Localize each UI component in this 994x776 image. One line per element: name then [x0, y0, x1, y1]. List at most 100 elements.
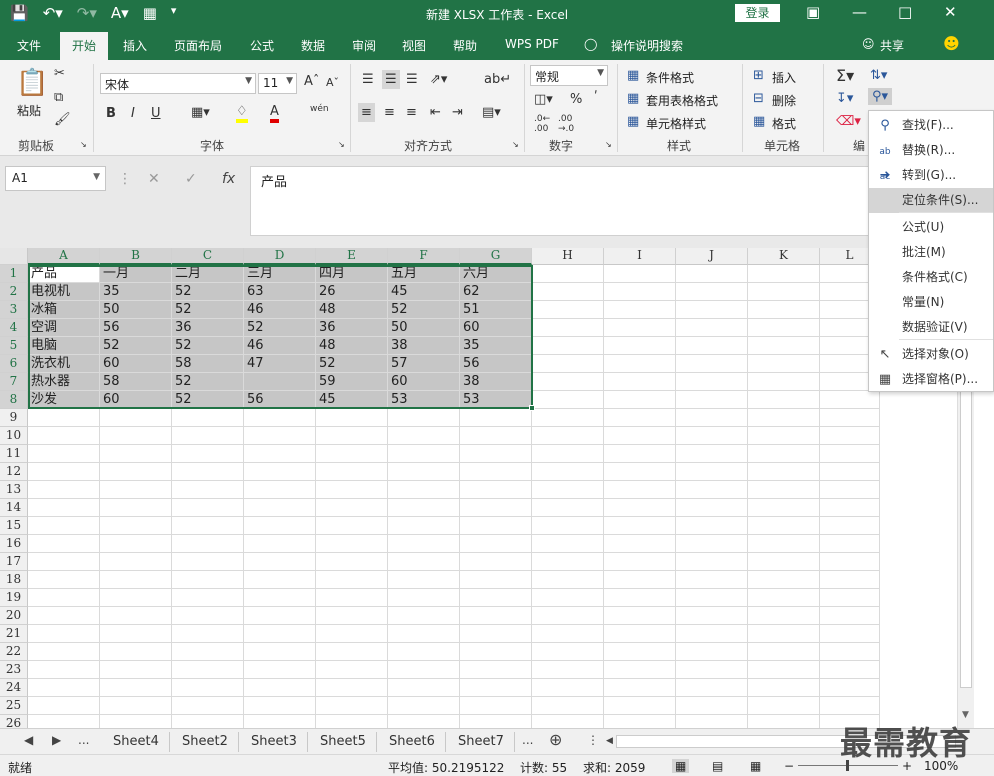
cell-e6[interactable]: 52 [316, 355, 388, 373]
cell-e1[interactable]: 四月 [316, 265, 388, 283]
cell-g3[interactable]: 51 [460, 301, 532, 319]
menu-item-formulas[interactable]: 公式(U) [869, 215, 993, 240]
cell-f3[interactable]: 52 [388, 301, 460, 319]
cell-e26[interactable] [316, 715, 388, 728]
cell-b23[interactable] [100, 661, 172, 679]
cell-b1[interactable]: 一月 [100, 265, 172, 283]
cell-l8[interactable] [820, 391, 880, 409]
row-header-26[interactable]: 26 [0, 715, 28, 728]
sort-filter-icon[interactable]: ⇅▾ [870, 68, 887, 83]
cell-i4[interactable] [604, 319, 676, 337]
hscroll-left-icon[interactable]: ◀ [606, 736, 613, 746]
dialog-launcher-icon[interactable]: ↘ [512, 140, 519, 149]
cell-l22[interactable] [820, 643, 880, 661]
format-table-icon[interactable]: ▦ [627, 91, 639, 106]
cell-e9[interactable] [316, 409, 388, 427]
cell-f15[interactable] [388, 517, 460, 535]
cell-j15[interactable] [676, 517, 748, 535]
cell-i22[interactable] [604, 643, 676, 661]
cell-i20[interactable] [604, 607, 676, 625]
row-header-4[interactable]: 4 [0, 319, 28, 337]
cell-g24[interactable] [460, 679, 532, 697]
cell-d16[interactable] [244, 535, 316, 553]
format-cells-icon[interactable]: ▦ [753, 114, 765, 129]
increase-indent-icon[interactable]: ⇥ [452, 105, 463, 120]
cell-g7[interactable]: 38 [460, 373, 532, 391]
row-header-2[interactable]: 2 [0, 283, 28, 301]
cell-j26[interactable] [676, 715, 748, 728]
cell-g13[interactable] [460, 481, 532, 499]
font-size-combo[interactable]: 11 ▼ [258, 73, 297, 94]
cell-e25[interactable] [316, 697, 388, 715]
menu-item-goto[interactable]: ➜ 转到(G)... [869, 163, 993, 188]
cell-j1[interactable] [676, 265, 748, 283]
cell-j8[interactable] [676, 391, 748, 409]
sheet-tab-sheet5[interactable]: Sheet5 [310, 732, 377, 752]
cell-b3[interactable]: 50 [100, 301, 172, 319]
cell-c9[interactable] [172, 409, 244, 427]
cell-e10[interactable] [316, 427, 388, 445]
cell-i7[interactable] [604, 373, 676, 391]
cell-d22[interactable] [244, 643, 316, 661]
column-header-h[interactable]: H [532, 248, 604, 265]
cell-a1[interactable]: 产品 [28, 265, 100, 283]
cell-e7[interactable]: 59 [316, 373, 388, 391]
cell-k5[interactable] [748, 337, 820, 355]
cell-l9[interactable] [820, 409, 880, 427]
cell-b6[interactable]: 60 [100, 355, 172, 373]
cell-i26[interactable] [604, 715, 676, 728]
cell-a19[interactable] [28, 589, 100, 607]
cell-a10[interactable] [28, 427, 100, 445]
cell-b24[interactable] [100, 679, 172, 697]
cell-j18[interactable] [676, 571, 748, 589]
cell-d3[interactable]: 46 [244, 301, 316, 319]
cut-icon[interactable]: ✂ [54, 66, 65, 81]
cell-l18[interactable] [820, 571, 880, 589]
cell-a9[interactable] [28, 409, 100, 427]
cancel-icon[interactable]: ✕ [148, 171, 160, 187]
cell-b13[interactable] [100, 481, 172, 499]
copy-icon[interactable]: ⧉ [54, 90, 63, 105]
cell-b18[interactable] [100, 571, 172, 589]
percent-icon[interactable]: % [570, 92, 582, 107]
ribbon-display-icon[interactable]: ▣ [806, 3, 820, 21]
column-header-i[interactable]: I [604, 248, 676, 265]
cell-j20[interactable] [676, 607, 748, 625]
cell-a24[interactable] [28, 679, 100, 697]
tab-page-layout[interactable]: 页面布局 [174, 37, 222, 54]
menu-item-constants[interactable]: 常量(N) [869, 290, 993, 315]
align-center-icon[interactable]: ≡ [384, 105, 395, 120]
cell-h14[interactable] [532, 499, 604, 517]
share-icon[interactable]: ☺ [862, 37, 875, 51]
cell-i11[interactable] [604, 445, 676, 463]
cell-a5[interactable]: 电脑 [28, 337, 100, 355]
cell-d14[interactable] [244, 499, 316, 517]
cell-d15[interactable] [244, 517, 316, 535]
cell-j4[interactable] [676, 319, 748, 337]
cell-e4[interactable]: 36 [316, 319, 388, 337]
cell-h23[interactable] [532, 661, 604, 679]
row-header-1[interactable]: 1 [0, 265, 28, 283]
cell-l25[interactable] [820, 697, 880, 715]
cell-c21[interactable] [172, 625, 244, 643]
tab-insert[interactable]: 插入 [123, 37, 147, 54]
cell-a25[interactable] [28, 697, 100, 715]
cell-h12[interactable] [532, 463, 604, 481]
comma-style-icon[interactable]: ʹ [594, 90, 598, 105]
zoom-out-icon[interactable]: − [784, 759, 794, 773]
cell-g6[interactable]: 56 [460, 355, 532, 373]
cell-f23[interactable] [388, 661, 460, 679]
fill-handle[interactable] [529, 405, 535, 411]
cell-k23[interactable] [748, 661, 820, 679]
cell-j3[interactable] [676, 301, 748, 319]
cell-f8[interactable]: 53 [388, 391, 460, 409]
row-header-21[interactable]: 21 [0, 625, 28, 643]
cell-e15[interactable] [316, 517, 388, 535]
insert-cells-button[interactable]: 插入 [772, 69, 796, 86]
fill-color-icon[interactable]: ♢ [236, 104, 248, 123]
cell-k3[interactable] [748, 301, 820, 319]
row-header-16[interactable]: 16 [0, 535, 28, 553]
cell-c10[interactable] [172, 427, 244, 445]
borders-icon[interactable]: ▦▾ [191, 105, 210, 120]
more-sheets-left[interactable]: ... [78, 733, 89, 747]
